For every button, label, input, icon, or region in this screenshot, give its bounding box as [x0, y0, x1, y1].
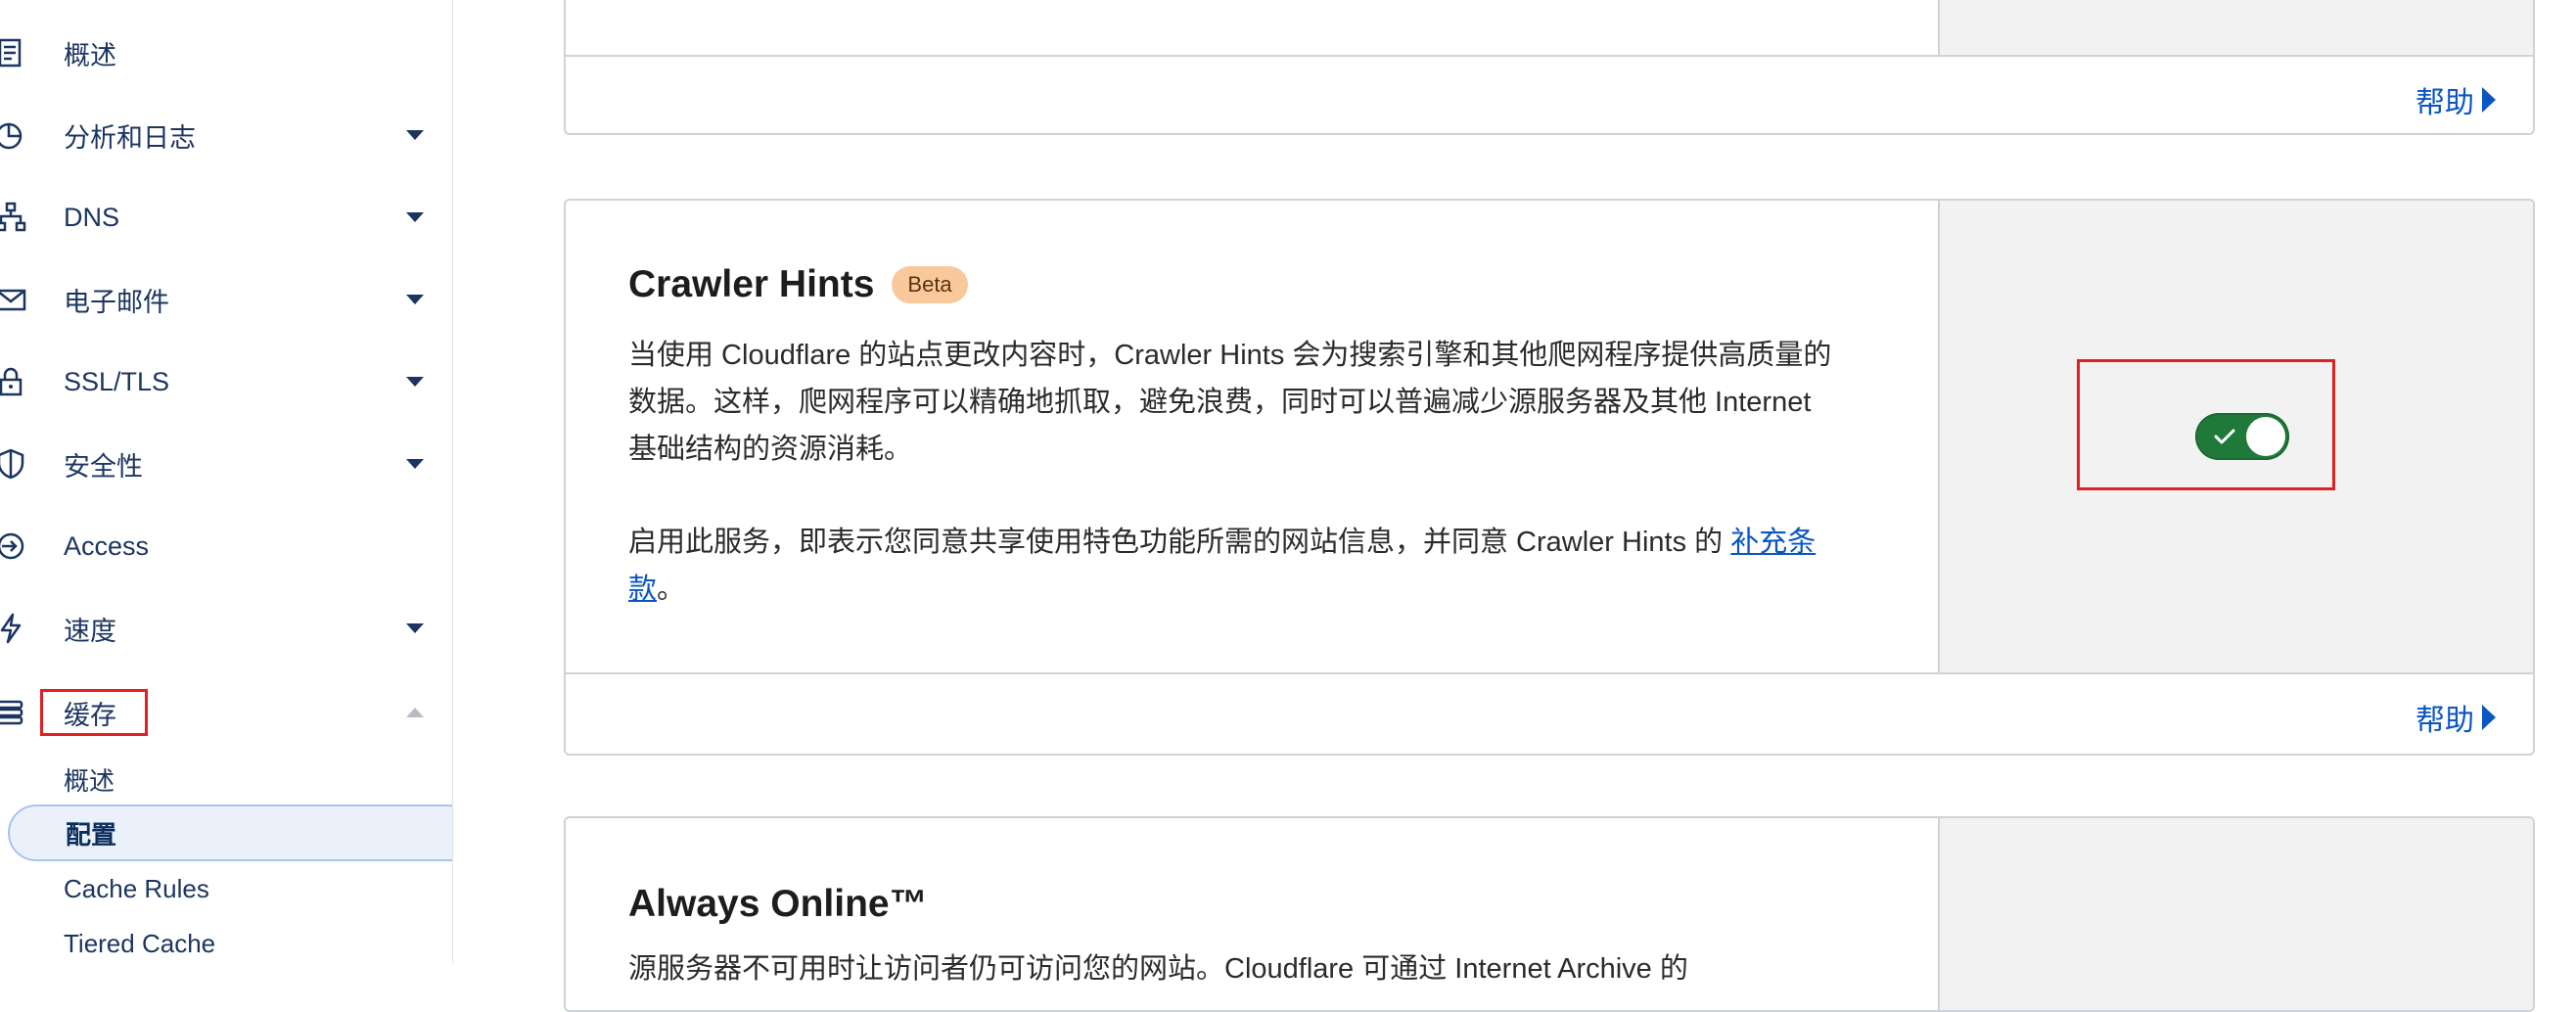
sidebar-subitem-cache-overview[interactable]: 概述 — [0, 752, 452, 806]
crawler-hints-title: Crawler Hints — [628, 263, 875, 305]
sidebar-item-access[interactable]: Access — [0, 505, 452, 587]
chevron-down-icon[interactable] — [406, 212, 424, 222]
card-title: Crawler Hints Beta — [628, 263, 968, 306]
sidebar-item-label: 电子邮件 — [64, 287, 169, 317]
help-link[interactable]: 帮助 — [2415, 696, 2496, 739]
chevron-down-icon[interactable] — [406, 295, 424, 304]
sidebar-item-label: 速度 — [64, 616, 116, 646]
sidebar-item-speed[interactable]: 速度 — [0, 587, 452, 669]
card-title: Always Online™ — [628, 883, 928, 926]
sidebar-subitem-label: 配置 — [66, 819, 117, 850]
card-control-panel — [1938, 818, 2533, 1010]
checkmark-icon — [2214, 429, 2235, 444]
terms-text-prefix: 启用此服务，即表示您同意共享使用特色功能所需的网站信息，并同意 Crawler … — [628, 527, 1731, 558]
chevron-up-icon[interactable] — [406, 708, 424, 717]
sidebar-item-email[interactable]: 电子邮件 — [0, 258, 452, 341]
toggle-knob — [2246, 417, 2285, 456]
sidebar-item-label: 安全性 — [64, 451, 143, 482]
lightning-icon — [0, 612, 27, 645]
sidebar: 概述 分析和日志 DNS 电子邮件 SSL/TLS 安全性 Access 速度 … — [0, 0, 453, 963]
chevron-down-icon[interactable] — [406, 459, 424, 469]
always-online-title: Always Online™ — [628, 883, 928, 925]
help-link-label: 帮助 — [2415, 705, 2474, 737]
sidebar-item-security[interactable]: 安全性 — [0, 423, 452, 505]
sidebar-subitem-tiered-cache[interactable]: Tiered Cache — [0, 916, 452, 963]
pie-chart-icon — [0, 118, 27, 152]
crawler-hints-terms-text: 启用此服务，即表示您同意共享使用特色功能所需的网站信息，并同意 Crawler … — [628, 519, 1842, 613]
chevron-down-icon[interactable] — [406, 130, 424, 140]
sidebar-subitem-cache-configuration[interactable]: 配置 — [8, 805, 452, 861]
sidebar-subitem-cache-rules[interactable]: Cache Rules — [0, 861, 452, 916]
crawler-hints-description: 当使用 Cloudflare 的站点更改内容时，Crawler Hints 会为… — [628, 340, 1832, 465]
sidebar-item-label: Access — [64, 530, 150, 561]
always-online-description: 源服务器不可用时让访问者仍可访问您的网站。Cloudflare 可通过 Inte… — [628, 953, 1688, 985]
sidebar-item-label: DNS — [64, 202, 120, 232]
help-link[interactable]: 帮助 — [2415, 78, 2496, 121]
card-footer: 帮助 — [566, 672, 2533, 754]
crawler-hints-toggle[interactable] — [2195, 413, 2289, 460]
sidebar-subitem-label: Tiered Cache — [64, 928, 216, 958]
cache-highlight-box — [40, 689, 148, 736]
sidebar-item-ssl-tls[interactable]: SSL/TLS — [0, 341, 452, 423]
envelope-icon — [0, 283, 27, 316]
sidebar-subitem-label: Cache Rules — [64, 873, 209, 903]
chevron-down-icon[interactable] — [406, 623, 424, 633]
chevron-down-icon[interactable] — [406, 377, 424, 387]
sidebar-item-analytics[interactable]: 分析和日志 — [0, 94, 452, 176]
shield-icon — [0, 447, 27, 481]
sidebar-subitem-label: 概述 — [64, 765, 115, 796]
cache-stack-icon — [0, 696, 27, 729]
card-control-panel — [1938, 0, 2533, 57]
terms-text-suffix: 。 — [657, 574, 686, 605]
access-icon — [0, 529, 27, 563]
sidebar-item-label: SSL/TLS — [64, 366, 170, 396]
sidebar-item-label: 分析和日志 — [64, 122, 196, 153]
caret-right-icon — [2482, 87, 2496, 113]
card-previous-setting: 帮助 — [564, 0, 2535, 135]
document-icon — [0, 36, 27, 69]
sidebar-item-overview[interactable]: 概述 — [0, 12, 452, 94]
caret-right-icon — [2482, 705, 2496, 730]
card-always-online: Always Online™ 源服务器不可用时让访问者仍可访问您的网站。Clou… — [564, 816, 2535, 1012]
beta-badge: Beta — [892, 266, 968, 303]
network-icon — [0, 201, 27, 234]
sidebar-item-label: 概述 — [64, 40, 116, 70]
card-footer: 帮助 — [566, 55, 2533, 133]
sidebar-item-dns[interactable]: DNS — [0, 176, 452, 258]
lock-icon — [0, 365, 27, 398]
help-link-label: 帮助 — [2415, 87, 2474, 119]
